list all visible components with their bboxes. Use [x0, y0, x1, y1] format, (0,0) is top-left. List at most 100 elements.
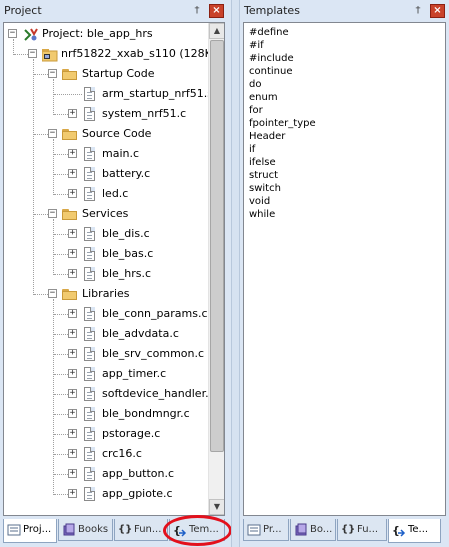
collapse-group-toggle-icon[interactable]: − [48, 129, 57, 138]
expand-file-toggle-icon[interactable]: + [68, 309, 77, 318]
collapse-target-toggle-icon[interactable]: − [28, 49, 37, 58]
template-item[interactable]: struct [249, 169, 278, 182]
file-label[interactable]: app_button.c [102, 465, 174, 483]
pin-icon[interactable]: † [412, 5, 424, 17]
tree-line [54, 114, 68, 115]
expand-file-toggle-icon[interactable]: + [68, 409, 77, 418]
expand-file-toggle-icon[interactable]: + [68, 429, 77, 438]
group-label[interactable]: Source Code [82, 125, 151, 143]
group-label[interactable]: Services [82, 205, 128, 223]
file-label[interactable]: ble_hrs.c [102, 265, 151, 283]
template-item[interactable]: if [249, 143, 255, 156]
tab-templates[interactable]: { Te... [388, 519, 441, 543]
tab-functions-label: Fu... [357, 524, 379, 535]
scroll-down-arrow-icon[interactable]: ▼ [209, 499, 224, 515]
tab-project[interactable]: Proj... [3, 519, 57, 543]
tab-books-label: Books [78, 524, 109, 535]
file-icon [84, 167, 95, 181]
group-label[interactable]: Libraries [82, 285, 130, 303]
template-item[interactable]: #include [249, 52, 294, 65]
file-label[interactable]: arm_startup_nrf51.s [102, 85, 213, 103]
template-icon: { [392, 523, 406, 537]
file-label[interactable]: softdevice_handler.c [102, 385, 215, 403]
file-label[interactable]: ble_srv_common.c [102, 345, 204, 363]
templates-list[interactable]: #define #if #include continue do enum for fpoin… [243, 22, 446, 516]
group-label[interactable]: Startup Code [82, 65, 154, 83]
tree-line [54, 454, 68, 455]
tab-functions[interactable]: {} Fu... [337, 519, 387, 541]
file-icon [84, 387, 95, 401]
file-label[interactable]: ble_bondmngr.c [102, 405, 190, 423]
expand-file-toggle-icon[interactable]: + [68, 489, 77, 498]
expand-file-toggle-icon[interactable]: + [68, 109, 77, 118]
template-item[interactable]: continue [249, 65, 292, 78]
file-icon [84, 247, 95, 261]
file-label[interactable]: led.c [102, 185, 128, 203]
file-label[interactable]: app_timer.c [102, 365, 166, 383]
expand-file-toggle-icon[interactable]: + [68, 189, 77, 198]
file-icon [84, 87, 95, 101]
folder-open-icon [62, 208, 78, 220]
target-folder-icon [41, 47, 58, 62]
file-label[interactable]: main.c [102, 145, 139, 163]
expand-file-toggle-icon[interactable]: + [68, 329, 77, 338]
tab-project[interactable]: Pr... [243, 519, 289, 541]
project-root-label[interactable]: Project: ble_app_hrs [42, 25, 153, 43]
expand-file-toggle-icon[interactable]: + [68, 169, 77, 178]
file-label[interactable]: ble_conn_params.c [102, 305, 208, 323]
tab-books[interactable]: Books [58, 519, 113, 541]
file-label[interactable]: battery.c [102, 165, 150, 183]
expand-file-toggle-icon[interactable]: + [68, 469, 77, 478]
project-panel: Project † × − Project: ble_app_hrs − nrf518… [0, 0, 232, 547]
tree-line [54, 334, 68, 335]
tab-templates[interactable]: { Tem... [169, 519, 225, 541]
template-item[interactable]: for [249, 104, 263, 117]
template-item[interactable]: fpointer_type [249, 117, 316, 130]
template-item[interactable]: #if [249, 39, 264, 52]
tab-books[interactable]: Bo... [290, 519, 336, 541]
file-icon [84, 307, 95, 321]
expand-file-toggle-icon[interactable]: + [68, 349, 77, 358]
tree-line [54, 374, 68, 375]
template-item[interactable]: Header [249, 130, 285, 143]
pin-icon[interactable]: † [191, 5, 203, 17]
file-label[interactable]: ble_advdata.c [102, 325, 179, 343]
template-item[interactable]: switch [249, 182, 281, 195]
scrollbar-thumb[interactable] [210, 40, 224, 452]
close-project-panel-button[interactable]: × [209, 4, 224, 18]
collapse-group-toggle-icon[interactable]: − [48, 209, 57, 218]
expand-file-toggle-icon[interactable]: + [68, 149, 77, 158]
expand-file-toggle-icon[interactable]: + [68, 229, 77, 238]
templates-tabbar: Pr... Bo... {} Fu... { Te... [243, 519, 449, 543]
expand-file-toggle-icon[interactable]: + [68, 369, 77, 378]
file-label[interactable]: crc16.c [102, 445, 142, 463]
target-label[interactable]: nrf51822_xxab_s110 (128K) [61, 45, 216, 63]
file-icon [84, 487, 95, 501]
close-templates-panel-button[interactable]: × [430, 4, 445, 18]
template-item[interactable]: ifelse [249, 156, 276, 169]
tree-vertical-scrollbar[interactable]: ▲ ▼ [208, 23, 224, 515]
project-tree[interactable]: − Project: ble_app_hrs − nrf51822_xxab_s110… [3, 22, 225, 516]
braces-icon: {} [118, 524, 133, 535]
collapse-group-toggle-icon[interactable]: − [48, 289, 57, 298]
template-item[interactable]: #define [249, 26, 289, 39]
expand-file-toggle-icon[interactable]: + [68, 249, 77, 258]
panel-splitter[interactable] [231, 0, 240, 547]
file-label[interactable]: ble_bas.c [102, 245, 153, 263]
expand-file-toggle-icon[interactable]: + [68, 389, 77, 398]
tab-functions[interactable]: {} Fun... [114, 519, 168, 541]
file-label[interactable]: app_gpiote.c [102, 485, 173, 503]
file-label[interactable]: system_nrf51.c [102, 105, 186, 123]
scroll-up-arrow-icon[interactable]: ▲ [209, 23, 224, 39]
expand-file-toggle-icon[interactable]: + [68, 269, 77, 278]
file-label[interactable]: ble_dis.c [102, 225, 150, 243]
template-item[interactable]: do [249, 78, 261, 91]
expand-file-toggle-icon[interactable]: + [68, 449, 77, 458]
file-label[interactable]: pstorage.c [102, 425, 160, 443]
templates-panel-title: Templates [244, 4, 300, 17]
collapse-group-toggle-icon[interactable]: − [48, 69, 57, 78]
template-item[interactable]: enum [249, 91, 278, 104]
collapse-root-toggle-icon[interactable]: − [8, 29, 17, 38]
template-item[interactable]: while [249, 208, 275, 221]
template-item[interactable]: void [249, 195, 270, 208]
